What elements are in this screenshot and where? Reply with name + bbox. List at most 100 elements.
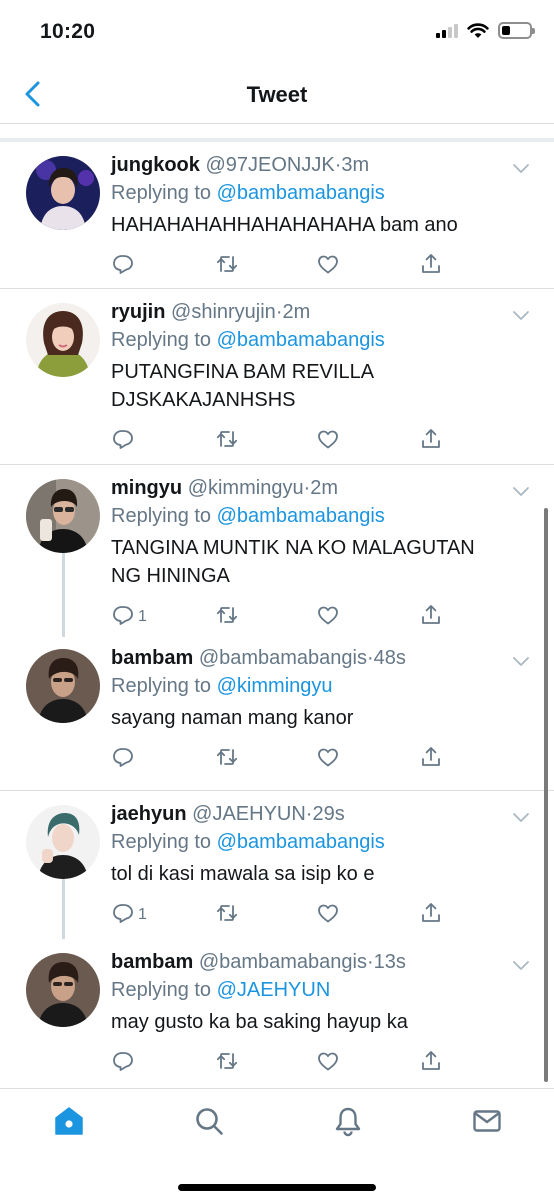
reply-button[interactable]: 1 xyxy=(111,604,147,630)
retweet-icon xyxy=(215,427,239,456)
tweet-actions: 1 xyxy=(111,604,451,630)
heart-icon xyxy=(316,427,340,456)
tweet-body: bambam @bambamabangis·13s Replying to @JA… xyxy=(111,949,534,1036)
thread-connector-line xyxy=(62,879,65,939)
timestamp[interactable]: 2m xyxy=(310,477,338,499)
mention-link[interactable]: @JAEHYUN xyxy=(217,979,331,1001)
home-indicator[interactable] xyxy=(178,1184,376,1191)
search-icon[interactable] xyxy=(193,1105,225,1137)
retweet-button[interactable] xyxy=(215,902,239,928)
scrollbar[interactable] xyxy=(544,508,548,1082)
reply-tweet[interactable]: jungkook @97JEONJJK·3m Replying to @bamba… xyxy=(0,142,554,289)
like-button[interactable] xyxy=(316,1050,340,1076)
separator-dot: · xyxy=(367,647,374,669)
retweet-icon xyxy=(215,1049,239,1078)
display-name[interactable]: bambam xyxy=(111,951,193,973)
reply-tweet[interactable]: mingyu @kimmingyu·2m Replying to @bambama… xyxy=(0,465,554,637)
separator-dot: · xyxy=(367,951,374,973)
tweet-header: bambam @bambamabangis·13s xyxy=(111,949,534,975)
avatar[interactable] xyxy=(26,805,100,879)
replying-to: Replying to @kimmingyu xyxy=(111,672,534,700)
share-button[interactable] xyxy=(419,746,443,772)
share-button[interactable] xyxy=(419,1050,443,1076)
timestamp[interactable]: 29s xyxy=(312,803,344,825)
status-time: 10:20 xyxy=(40,20,96,43)
heart-icon xyxy=(316,745,340,774)
share-button[interactable] xyxy=(419,604,443,630)
tweet-header: ryujin @shinryujin·2m xyxy=(111,299,534,325)
like-button[interactable] xyxy=(316,604,340,630)
user-handle[interactable]: @bambamabangis xyxy=(199,951,367,973)
home-icon[interactable] xyxy=(53,1105,85,1137)
thread-connector-line xyxy=(62,553,65,637)
display-name[interactable]: bambam xyxy=(111,647,193,669)
reply-tweet[interactable]: bambam @bambamabangis·48s Replying to @ki… xyxy=(0,635,554,791)
notifications-bell-icon[interactable] xyxy=(332,1105,364,1137)
timestamp[interactable]: 13s xyxy=(374,951,406,973)
avatar[interactable] xyxy=(26,953,100,1027)
reply-feed[interactable]: jungkook @97JEONJJK·3m Replying to @bamba… xyxy=(0,142,554,1088)
reply-button[interactable]: 1 xyxy=(111,902,147,928)
avatar[interactable] xyxy=(26,303,100,377)
like-button[interactable] xyxy=(316,428,340,454)
mention-link[interactable]: @bambamabangis xyxy=(217,182,385,204)
display-name[interactable]: jaehyun xyxy=(111,803,187,825)
heart-icon xyxy=(316,901,340,930)
messages-envelope-icon[interactable] xyxy=(471,1105,503,1137)
heart-icon xyxy=(316,1049,340,1078)
timestamp[interactable]: 3m xyxy=(341,154,369,176)
user-handle[interactable]: @JAEHYUN xyxy=(192,803,306,825)
replying-to: Replying to @bambamabangis xyxy=(111,828,534,856)
like-button[interactable] xyxy=(316,746,340,772)
timestamp[interactable]: 48s xyxy=(374,647,406,669)
like-button[interactable] xyxy=(316,902,340,928)
reply-tweet[interactable]: ryujin @shinryujin·2m Replying to @bambam… xyxy=(0,289,554,465)
like-button[interactable] xyxy=(316,253,340,279)
avatar[interactable] xyxy=(26,649,100,723)
tweet-text: PUTANGFINA BAM REVILLA DJSKAKAJANHSHS xyxy=(111,358,534,414)
tweet-text-line: PUTANGFINA BAM REVILLA xyxy=(111,361,375,383)
share-button[interactable] xyxy=(419,902,443,928)
heart-icon xyxy=(316,603,340,632)
reply-button[interactable] xyxy=(111,1050,138,1076)
share-button[interactable] xyxy=(419,428,443,454)
retweet-button[interactable] xyxy=(215,428,239,454)
tweet-text-line: NG HININGA xyxy=(111,565,230,587)
retweet-button[interactable] xyxy=(215,604,239,630)
tweet-header: jaehyun @JAEHYUN·29s xyxy=(111,801,534,827)
tweet-text-line: may gusto ka ba saking hayup ka xyxy=(111,1011,408,1033)
retweet-button[interactable] xyxy=(215,253,239,279)
tweet-text-line: DJSKAKAJANHSHS xyxy=(111,389,296,411)
user-handle[interactable]: @kimmingyu xyxy=(188,477,304,499)
replying-to-label: Replying to xyxy=(111,505,212,527)
user-handle[interactable]: @bambamabangis xyxy=(199,647,367,669)
reply-button[interactable] xyxy=(111,746,138,772)
retweet-button[interactable] xyxy=(215,746,239,772)
avatar[interactable] xyxy=(26,156,100,230)
share-icon xyxy=(419,603,443,632)
tweet-text: tol di kasi mawala sa isip ko e xyxy=(111,860,534,888)
display-name[interactable]: ryujin xyxy=(111,301,165,323)
reply-button[interactable] xyxy=(111,253,138,279)
mention-link[interactable]: @bambamabangis xyxy=(217,505,385,527)
tweet-actions xyxy=(111,253,451,279)
reply-tweet[interactable]: bambam @bambamabangis·13s Replying to @JA… xyxy=(0,939,554,1088)
retweet-button[interactable] xyxy=(215,1050,239,1076)
user-handle[interactable]: @97JEONJJK xyxy=(205,154,334,176)
mention-link[interactable]: @kimmingyu xyxy=(217,675,333,697)
reply-button[interactable] xyxy=(111,428,138,454)
tweet-header: jungkook @97JEONJJK·3m xyxy=(111,152,534,178)
mention-link[interactable]: @bambamabangis xyxy=(217,329,385,351)
tweet-body: bambam @bambamabangis·48s Replying to @ki… xyxy=(111,645,534,732)
reply-tweet[interactable]: jaehyun @JAEHYUN·29s Replying to @bambama… xyxy=(0,791,554,939)
tweet-header: mingyu @kimmingyu·2m xyxy=(111,475,534,501)
wifi-icon xyxy=(467,22,489,38)
avatar[interactable] xyxy=(26,479,100,553)
mention-link[interactable]: @bambamabangis xyxy=(217,831,385,853)
share-button[interactable] xyxy=(419,253,443,279)
display-name[interactable]: jungkook xyxy=(111,154,200,176)
timestamp[interactable]: 2m xyxy=(282,301,310,323)
user-handle[interactable]: @shinryujin xyxy=(171,301,276,323)
display-name[interactable]: mingyu xyxy=(111,477,182,499)
share-icon xyxy=(419,252,443,281)
